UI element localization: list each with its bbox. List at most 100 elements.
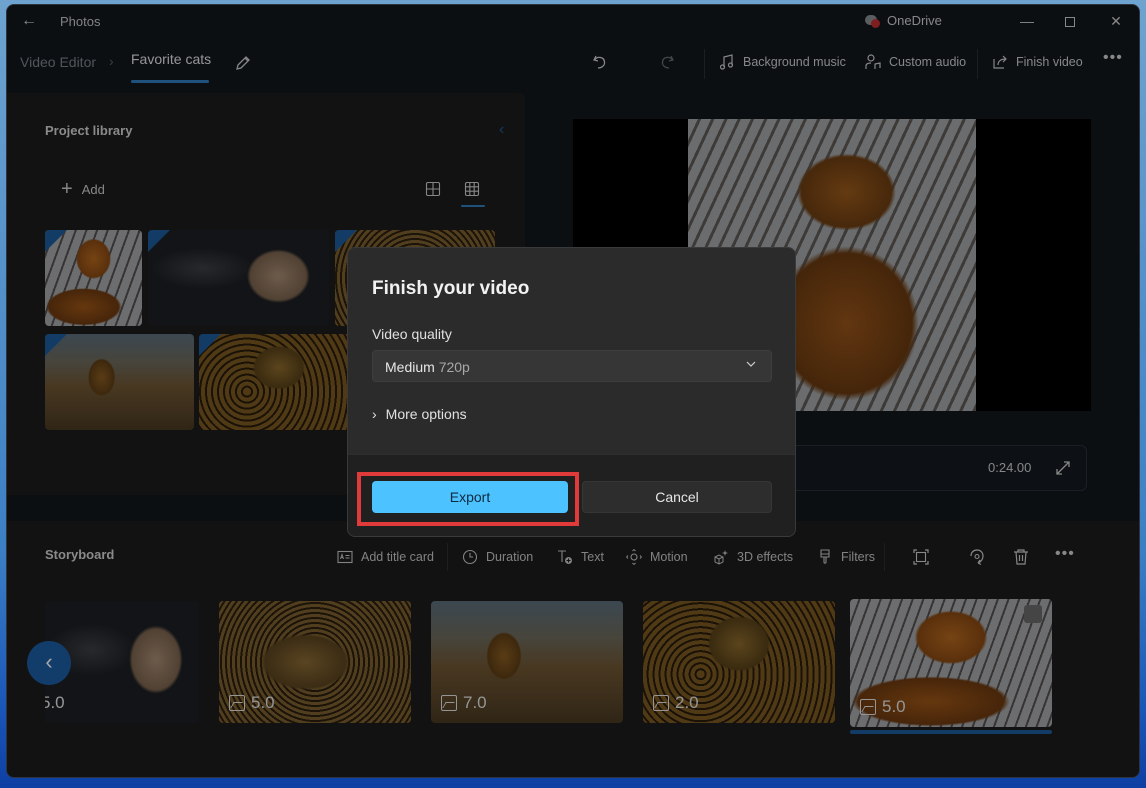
image-icon: [860, 699, 876, 715]
storyboard-clip-cheetahs[interactable]: 5.0: [219, 601, 411, 723]
breadcrumb-project-name[interactable]: Favorite cats: [131, 51, 211, 67]
editor-header: Video Editor › Favorite cats Background …: [7, 41, 1139, 83]
storyboard-clip-lion[interactable]: 7.0: [431, 601, 623, 723]
large-grid-view-button[interactable]: [425, 181, 443, 199]
fullscreen-button[interactable]: [1054, 459, 1072, 477]
clock-icon: [462, 549, 478, 565]
chevron-down-icon: [745, 358, 757, 373]
minimize-button[interactable]: —: [1004, 9, 1050, 33]
library-item-leopard[interactable]: [199, 334, 359, 430]
3d-effects-label: 3D effects: [737, 550, 794, 564]
motion-label: Motion: [650, 550, 688, 564]
motion-button[interactable]: Motion: [626, 549, 688, 565]
onedrive-status[interactable]: OneDrive: [865, 13, 942, 28]
rotate-icon: [970, 549, 984, 566]
clip-duration: 5.0: [860, 697, 906, 717]
cancel-button[interactable]: Cancel: [582, 481, 772, 513]
storyboard-more-button[interactable]: •••: [1055, 545, 1075, 563]
app-title: Photos: [60, 14, 101, 29]
undo-icon: [593, 55, 606, 69]
trash-icon: [1014, 549, 1028, 565]
finish-video-dialog: Finish your video Video quality Medium 7…: [347, 247, 796, 537]
clip-select-checkbox[interactable]: [1024, 605, 1042, 623]
video-quality-dropdown[interactable]: Medium 720p: [372, 350, 772, 382]
dialog-footer: Export Cancel: [348, 454, 795, 536]
maximize-button[interactable]: [1047, 9, 1093, 33]
close-button[interactable]: ✕: [1093, 9, 1139, 33]
title-card-icon: [337, 550, 353, 564]
toolbar-divider: [884, 543, 885, 571]
pencil-icon: [236, 56, 250, 70]
more-options-button[interactable]: •••: [1103, 49, 1123, 67]
redo-button[interactable]: [658, 53, 676, 71]
selected-clip-indicator: [850, 730, 1052, 734]
music-note-icon: [719, 54, 734, 70]
grid-large-icon: [425, 181, 441, 197]
redo-icon: [661, 55, 674, 69]
plus-icon: +: [61, 178, 73, 200]
export-button[interactable]: Export: [372, 481, 568, 513]
collapse-library-button[interactable]: ‹: [499, 121, 504, 139]
delete-clip-button[interactable]: [1011, 547, 1031, 567]
grid-small-icon: [464, 181, 480, 197]
duration-button[interactable]: Duration: [462, 549, 533, 565]
finish-video-label: Finish video: [1016, 55, 1083, 69]
clip-duration: 7.0: [441, 693, 487, 713]
add-label: Add: [81, 181, 105, 197]
add-title-card-label: Add title card: [361, 550, 434, 564]
storyboard-panel: Storyboard Add title card Duration Text …: [7, 521, 1139, 777]
storyboard-clip-leopard[interactable]: 2.0: [643, 601, 835, 723]
library-item-lion[interactable]: [45, 334, 194, 430]
onedrive-icon: [865, 14, 881, 28]
filters-button[interactable]: Filters: [817, 549, 875, 565]
toolbar-divider: [447, 543, 448, 571]
photos-window: ← Photos OneDrive — ✕ Video Editor › Fav…: [6, 4, 1140, 778]
add-media-button[interactable]: + Add: [61, 178, 105, 200]
custom-audio-button[interactable]: Custom audio: [864, 53, 966, 71]
library-item-cougar[interactable]: [148, 230, 329, 326]
clip-duration-value: 5.0: [882, 697, 906, 716]
back-button[interactable]: ←: [17, 11, 41, 31]
image-icon: [441, 695, 457, 711]
person-audio-icon: [865, 54, 881, 69]
storyboard-clip-tiger-selected[interactable]: 5.0: [850, 599, 1052, 727]
image-icon: [653, 695, 669, 711]
video-quality-label: Video quality: [372, 326, 452, 342]
in-use-corner-badge: [199, 334, 221, 356]
library-item-tiger[interactable]: [45, 230, 142, 326]
resize-button[interactable]: [911, 547, 931, 567]
share-export-icon: [993, 55, 1007, 69]
breadcrumb-video-editor[interactable]: Video Editor: [20, 54, 96, 70]
toolbar-divider: [704, 49, 705, 79]
small-grid-view-button[interactable]: [464, 181, 482, 199]
rename-project-button[interactable]: [233, 53, 253, 73]
onedrive-label: OneDrive: [887, 13, 942, 28]
rotate-button[interactable]: [967, 547, 987, 567]
toolbar-divider: [977, 49, 978, 79]
undo-button[interactable]: [591, 53, 609, 71]
clip-duration-value: 5.0: [251, 693, 275, 712]
dialog-title: Finish your video: [372, 278, 530, 299]
3d-effects-icon: [714, 550, 728, 565]
crop-frame-icon: [913, 549, 929, 565]
minimize-icon: —: [1020, 13, 1034, 29]
filters-label: Filters: [841, 550, 876, 564]
add-title-card-button[interactable]: Add title card: [337, 549, 434, 565]
clip-duration-value: 7.0: [463, 693, 487, 712]
text-add-icon: [558, 550, 572, 564]
clip-duration-value: 2.0: [675, 693, 699, 712]
finish-video-button[interactable]: Finish video: [991, 53, 1083, 71]
breadcrumb-active-indicator: [131, 80, 209, 83]
storyboard-scroll-left-button[interactable]: ‹: [27, 641, 71, 685]
view-mode-active-indicator: [461, 205, 485, 207]
clip-duration: 5.0: [45, 693, 65, 713]
background-music-button[interactable]: Background music: [718, 53, 846, 71]
text-label: Text: [581, 550, 604, 564]
title-bar: ← Photos OneDrive — ✕: [7, 5, 1139, 37]
quality-level: Medium: [385, 359, 435, 375]
more-options-expander[interactable]: › More options: [372, 406, 467, 422]
clip-duration-value: 5.0: [45, 693, 65, 712]
3d-effects-button[interactable]: 3D effects: [713, 549, 793, 565]
text-button[interactable]: Text: [557, 549, 604, 565]
chevron-left-icon: ‹: [45, 649, 53, 674]
